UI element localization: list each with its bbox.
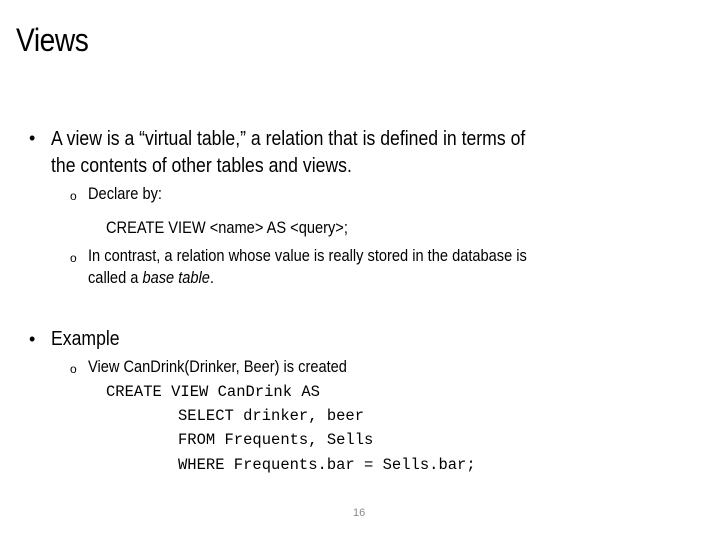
bullet-2-example: Example bbox=[51, 327, 120, 350]
page-number: 16 bbox=[353, 507, 366, 519]
text-suffix: . bbox=[209, 268, 215, 287]
slide-title: Views bbox=[16, 22, 89, 58]
bullet-1-line-1: A view is a “virtual table,” a relation … bbox=[51, 127, 526, 150]
bullet-1-line-2: the contents of other tables and views. bbox=[51, 154, 352, 177]
bullet-icon: • bbox=[29, 128, 36, 148]
base-table-term: base table bbox=[142, 268, 210, 287]
code-line-4: WHERE Frequents.bar = Sells.bar; bbox=[178, 456, 476, 474]
sub-bullet-base-table-line-1: In contrast, a relation whose value is r… bbox=[88, 246, 527, 265]
code-line-1: CREATE VIEW CanDrink AS bbox=[106, 383, 320, 401]
sub-bullet-icon: o bbox=[70, 189, 77, 203]
bullet-icon: • bbox=[29, 329, 36, 349]
sub-bullet-base-table-line-2: called a base table. bbox=[88, 267, 214, 289]
code-line-3: FROM Frequents, Sells bbox=[178, 431, 374, 449]
sub-bullet-candrink: View CanDrink(Drinker, Beer) is created bbox=[88, 357, 347, 376]
code-line-2: SELECT drinker, beer bbox=[178, 407, 365, 425]
sub-bullet-icon: o bbox=[70, 362, 77, 376]
text-prefix: called a bbox=[88, 268, 143, 287]
sub-bullet-icon: o bbox=[70, 251, 77, 265]
create-view-syntax: CREATE VIEW <name> AS <query>; bbox=[106, 218, 348, 237]
sub-bullet-declare: Declare by: bbox=[88, 184, 162, 203]
